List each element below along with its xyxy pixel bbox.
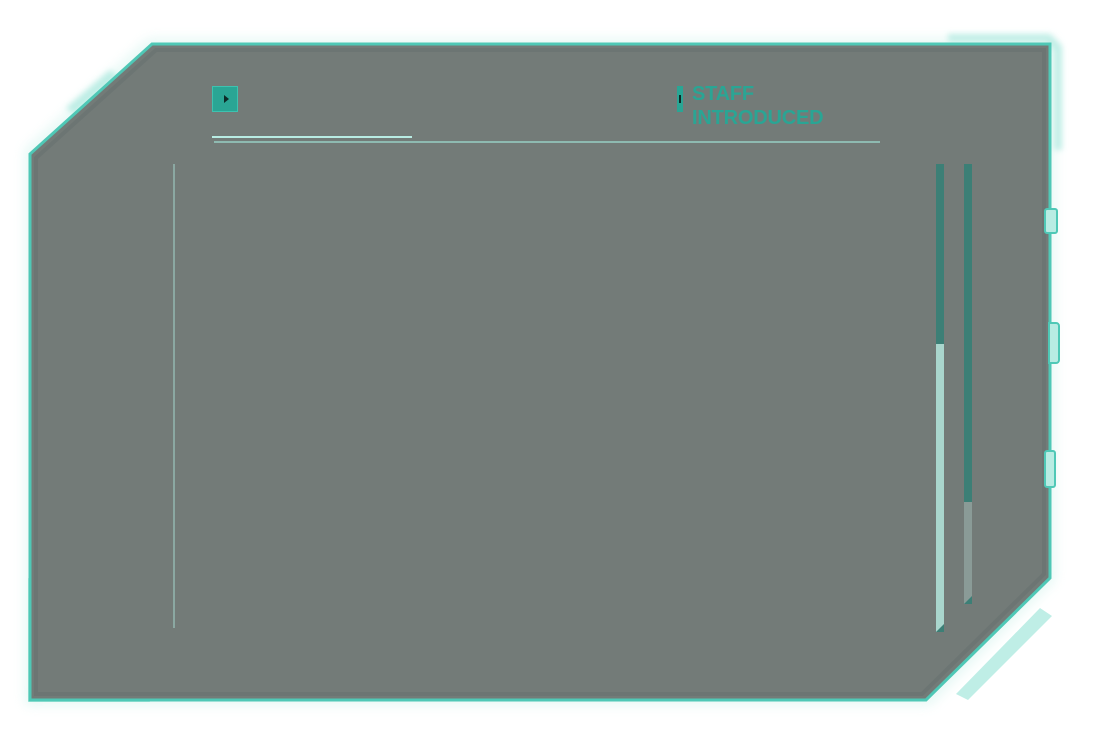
play-icon — [223, 95, 229, 103]
staff-content-area — [176, 166, 932, 636]
staff-panel: STAFF INTRODUCED — [0, 0, 1096, 742]
side-tab-top[interactable] — [1044, 208, 1058, 234]
scrollbar-thumb-primary[interactable] — [936, 344, 944, 632]
title-marker — [677, 86, 683, 112]
play-button[interactable] — [212, 86, 238, 112]
scrollbar-thumb-secondary[interactable] — [964, 502, 972, 604]
panel-title: STAFF INTRODUCED — [692, 83, 824, 129]
side-tab-bottom[interactable] — [1044, 450, 1056, 488]
title-marker-notch — [679, 95, 681, 103]
side-tab-middle[interactable] — [1048, 322, 1060, 364]
